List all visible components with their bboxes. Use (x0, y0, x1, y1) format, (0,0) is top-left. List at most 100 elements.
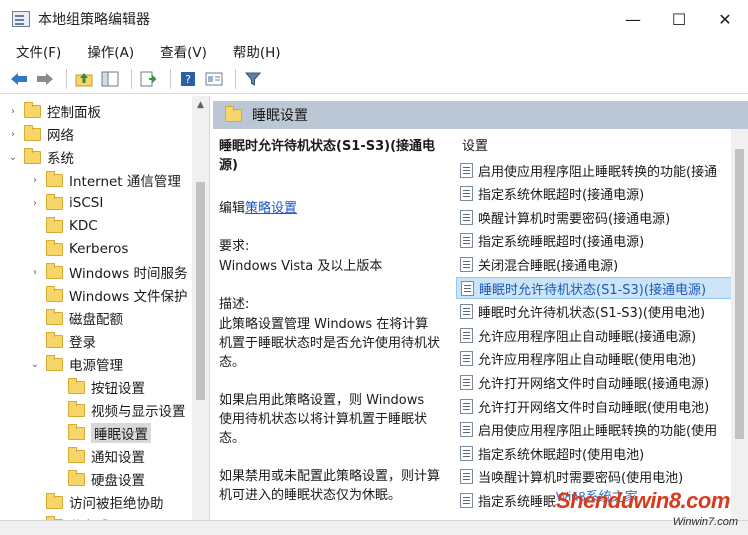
forward-arrow-icon[interactable] (34, 68, 56, 90)
policy-row[interactable]: 指定系统休眠超时(使用电池) (456, 442, 734, 464)
policy-row[interactable]: 关闭混合睡眠(接通电源) (456, 253, 734, 275)
tree-item[interactable]: 睡眠设置 (50, 422, 151, 444)
collapsed-arrow-icon[interactable]: › (28, 198, 42, 209)
policy-row-label: 指定系统睡眠 (478, 494, 557, 510)
folder-icon (46, 262, 63, 279)
policy-setting-icon (460, 469, 473, 485)
policy-row[interactable]: 允许打开网络文件时自动睡眠(使用电池) (456, 395, 734, 417)
tree-item-label: 硬盘设置 (91, 473, 145, 489)
policy-row[interactable]: 允许打开网络文件时自动睡眠(接通电源) (456, 371, 734, 393)
policy-row[interactable]: 指定系统睡眠超时(接通电源) (456, 230, 734, 252)
collapsed-arrow-icon[interactable]: › (6, 129, 20, 140)
policy-setting-icon (460, 162, 473, 178)
maximize-button[interactable]: ☐ (656, 0, 702, 38)
folder-icon (24, 147, 41, 164)
toolbar: ? (0, 64, 748, 94)
policy-row[interactable]: 睡眠时允许待机状态(S1-S3)(接通电源) (456, 277, 734, 299)
policy-row-label: 允许应用程序阻止自动睡眠(使用电池) (478, 353, 697, 369)
window-controls: — ☐ ✕ (610, 0, 748, 38)
collapsed-arrow-icon[interactable]: › (6, 106, 20, 117)
policy-row[interactable]: 当唤醒计算机时需要密码(使用电池) (456, 466, 734, 488)
tree-item[interactable]: Kerberos (28, 238, 128, 260)
menu-view[interactable]: 查看(V) (144, 41, 217, 61)
tree-item[interactable]: › 控制面板 (6, 100, 101, 122)
policy-row-label: 睡眠时允许待机状态(S1-S3)(使用电池) (478, 306, 706, 322)
help-icon[interactable]: ? (177, 68, 199, 90)
policy-setting-icon (460, 327, 473, 343)
expanded-arrow-icon[interactable]: ⌄ (6, 152, 20, 163)
category-title: 睡眠设置 (252, 108, 308, 124)
policy-row-label: 睡眠时允许待机状态(S1-S3)(接通电源) (479, 282, 707, 298)
policy-setting-icon (460, 304, 473, 320)
policy-setting-icon (460, 374, 473, 390)
policy-row[interactable]: 允许应用程序阻止自动睡眠(接通电源) (456, 324, 734, 346)
policy-setting-icon (460, 445, 473, 461)
tree-item[interactable]: › Internet 通信管理 (28, 169, 181, 191)
policy-row[interactable]: 启用使应用程序阻止睡眠转换的功能(使用 (456, 419, 734, 441)
policy-setting-icon (460, 422, 473, 438)
tree-item[interactable]: 登录 (28, 330, 96, 352)
policy-row[interactable]: 睡眠时允许待机状态(S1-S3)(使用电池) (456, 301, 734, 323)
close-button[interactable]: ✕ (702, 0, 748, 38)
tree-item[interactable]: KDC (28, 215, 98, 237)
show-hide-tree-icon[interactable] (99, 68, 121, 90)
list-scroll-thumb[interactable] (735, 149, 744, 439)
tree-scroll-thumb[interactable] (196, 182, 205, 400)
tree-item[interactable]: › 网络 (6, 123, 74, 145)
folder-icon (46, 193, 63, 210)
folder-icon (46, 308, 63, 325)
tree-item-label: 登录 (69, 335, 96, 351)
tree-item-label: 通知设置 (91, 450, 145, 466)
tree-item[interactable]: › Windows 时间服务 (28, 261, 188, 283)
export-list-icon[interactable] (138, 68, 160, 90)
policy-row[interactable]: 唤醒计算机时需要密码(接通电源) (456, 206, 734, 228)
filter-icon[interactable] (242, 68, 264, 90)
tree-scrollbar[interactable]: ▲ (192, 96, 209, 520)
policy-row[interactable]: 允许应用程序阻止自动睡眠(使用电池) (456, 348, 734, 370)
tree-item[interactable]: ⌄ 电源管理 (28, 353, 123, 375)
tree-item[interactable]: 通知设置 (50, 445, 145, 467)
minimize-button[interactable]: — (610, 0, 656, 38)
policy-row[interactable]: 指定系统休眠超时(接通电源) (456, 183, 734, 205)
policy-setting-icon (460, 492, 473, 508)
menu-action[interactable]: 操作(A) (71, 41, 144, 61)
site-watermark: Win8系统之家 Shenduwin8.com Winwin7.com (556, 486, 744, 532)
tree-item-label: 磁盘配额 (69, 312, 123, 328)
tree-item-label: Windows 时间服务 (69, 266, 188, 282)
folder-icon (68, 377, 85, 394)
menu-file[interactable]: 文件(F) (0, 41, 71, 61)
toolbar-separator (235, 68, 236, 89)
policy-row[interactable]: 启用使应用程序阻止睡眠转换的功能(接通 (456, 159, 734, 181)
edit-policy-link[interactable]: 策略设置 (245, 201, 297, 216)
collapsed-arrow-icon[interactable]: › (28, 267, 42, 278)
expanded-arrow-icon[interactable]: ⌄ (28, 359, 42, 370)
list-scrollbar[interactable] (731, 129, 748, 520)
properties-icon[interactable] (203, 68, 225, 90)
up-folder-icon[interactable] (73, 68, 95, 90)
settings-column-header[interactable]: 设置 (462, 135, 488, 154)
tree-item[interactable]: 硬盘设置 (50, 468, 145, 490)
tree-item[interactable]: 按钮设置 (50, 376, 145, 398)
tree-item[interactable]: 访问被拒绝协助 (28, 491, 164, 513)
description-pane: 睡眠时允许待机状态(S1-S3)(接通电源) 编辑策略设置 要求: Window… (213, 129, 449, 520)
collapsed-arrow-icon[interactable]: › (28, 175, 42, 186)
policy-row-label: 指定系统休眠超时(接通电源) (478, 188, 645, 204)
tree-item[interactable]: › iSCSI (28, 192, 103, 214)
back-arrow-icon[interactable] (8, 68, 30, 90)
folder-icon (46, 239, 63, 256)
category-header: 睡眠设置 (213, 101, 748, 129)
tree-item[interactable]: 磁盘配额 (28, 307, 123, 329)
menu-help[interactable]: 帮助(H) (217, 41, 291, 61)
tree-item[interactable]: 视频与显示设置 (50, 399, 186, 421)
policy-row-label: 启用使应用程序阻止睡眠转换的功能(接通 (478, 164, 718, 180)
toolbar-separator (66, 68, 67, 89)
tree-item-label: 睡眠设置 (91, 423, 151, 443)
settings-list: 设置 启用使应用程序阻止睡眠转换的功能(接通 指定系统休眠超时(接通电源) 唤醒计算… (448, 129, 748, 520)
svg-text:?: ? (185, 73, 191, 86)
scroll-up-arrow-icon[interactable]: ▲ (192, 100, 209, 110)
requirements-label: 要求: (219, 239, 250, 254)
policy-setting-icon (461, 280, 474, 296)
tree-item[interactable]: Windows 文件保护 (28, 284, 188, 306)
tree-item[interactable]: ⌄ 系统 (6, 146, 74, 168)
policy-title: 睡眠时允许待机状态(S1-S3)(接通电源) (219, 139, 436, 173)
